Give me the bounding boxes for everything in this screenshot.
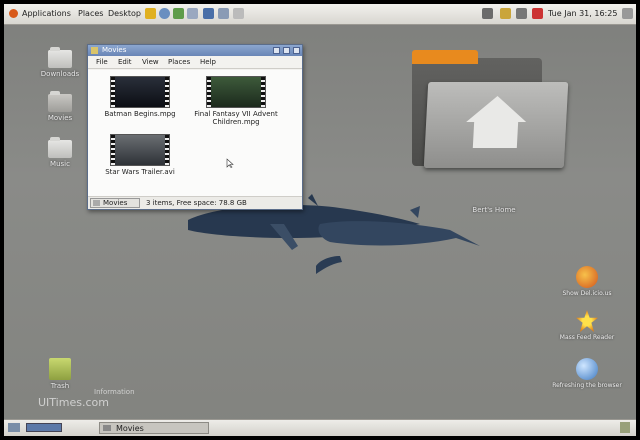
file-item[interactable]: Batman Begins.mpg <box>102 76 178 118</box>
video-thumbnail-icon <box>110 76 170 108</box>
desktop-icon-label: Refreshing the browser <box>552 382 622 389</box>
status-text: 3 items, Free space: 78.8 GB <box>146 199 247 207</box>
applications-menu[interactable]: Applications <box>22 9 71 18</box>
house-icon <box>466 96 527 148</box>
panel-clock[interactable]: Tue Jan 31, 16:25 <box>548 9 617 18</box>
battery-icon[interactable] <box>500 8 511 19</box>
launcher-icon[interactable] <box>145 8 156 19</box>
folder-icon <box>103 425 111 431</box>
mouse-pointer-icon <box>226 158 234 168</box>
ubuntu-logo-icon[interactable] <box>9 9 18 18</box>
folder-front <box>423 82 569 168</box>
file-item[interactable]: Star Wars Trailer.avi <box>98 134 182 176</box>
watermark-text: UITimes.com <box>38 396 109 409</box>
desktop-icon-label: Movies <box>47 114 73 122</box>
video-thumbnail-icon <box>110 134 170 166</box>
taskbar-button-movies[interactable]: Movies <box>99 422 209 434</box>
desktop-icon-label: Trash <box>50 382 70 390</box>
menu-edit[interactable]: Edit <box>118 56 132 68</box>
folder-icon <box>93 200 100 206</box>
file-manager-window[interactable]: Movies File Edit View Places Help Batman… <box>87 44 303 210</box>
close-button[interactable] <box>293 47 300 54</box>
places-menu[interactable]: Places <box>78 9 103 18</box>
help-icon[interactable] <box>187 8 198 19</box>
workspace-icon[interactable] <box>482 8 493 19</box>
desktop-icon-browser[interactable]: Refreshing the browser <box>552 358 622 389</box>
desktop-icon-feed-reader[interactable]: Mass Feed Reader <box>552 310 622 341</box>
desktop-icon-trash[interactable]: Trash <box>40 358 80 390</box>
watermark-sub: Information <box>94 388 135 396</box>
workspace-switcher[interactable] <box>26 423 62 432</box>
window-titlebar[interactable]: Movies <box>88 45 302 56</box>
mail-notify-icon[interactable] <box>532 8 543 19</box>
file-item[interactable]: Final Fantasy VII Advent Children.mpg <box>194 76 278 126</box>
file-view[interactable]: Batman Begins.mpg Final Fantasy VII Adve… <box>88 70 302 196</box>
desktop-icon-music[interactable]: Music <box>36 137 84 168</box>
desktop-icon-label: Mass Feed Reader <box>559 334 615 341</box>
file-name: Batman Begins.mpg <box>104 110 176 118</box>
show-desktop-icon[interactable] <box>8 423 20 432</box>
desktop-icon-label: Show Del.icio.us <box>562 290 612 297</box>
globe-icon <box>576 358 598 380</box>
trash-applet-icon[interactable] <box>620 422 630 433</box>
folder-icon <box>48 137 72 158</box>
taskbar-label: Movies <box>116 424 144 433</box>
menu-view[interactable]: View <box>142 56 159 68</box>
window-statusbar: Movies 3 items, Free space: 78.8 GB <box>88 196 302 209</box>
shutdown-icon[interactable] <box>622 8 633 19</box>
desktop-menu[interactable]: Desktop <box>108 9 141 18</box>
menu-file[interactable]: File <box>96 56 108 68</box>
volume-icon[interactable] <box>516 8 527 19</box>
top-panel: Applications Places Desktop Tue Jan 31, … <box>4 4 636 25</box>
desktop-icon-label: Downloads <box>40 70 80 78</box>
network-icon[interactable] <box>218 8 229 19</box>
location-label: Movies <box>103 199 128 207</box>
menu-help[interactable]: Help <box>200 56 216 68</box>
file-name: Final Fantasy VII Advent Children.mpg <box>194 110 278 126</box>
window-title: Movies <box>102 46 127 54</box>
desktop-icon-label: Music <box>50 160 70 168</box>
starburst-icon <box>576 310 598 332</box>
mail-icon[interactable] <box>173 8 184 19</box>
desktop-screen: Applications Places Desktop Tue Jan 31, … <box>4 4 636 436</box>
menu-places[interactable]: Places <box>168 56 190 68</box>
video-thumbnail-icon <box>206 76 266 108</box>
desktop-icon-downloads[interactable]: Downloads <box>36 47 84 78</box>
maximize-button[interactable] <box>283 47 290 54</box>
folder-icon <box>48 47 72 68</box>
file-name: Star Wars Trailer.avi <box>105 168 175 176</box>
settings-icon[interactable] <box>203 8 214 19</box>
trash-icon <box>49 358 71 380</box>
browser-icon[interactable] <box>159 8 170 19</box>
location-button[interactable]: Movies <box>90 198 140 208</box>
window-menubar: File Edit View Places Help <box>88 56 302 69</box>
home-folder-icon[interactable] <box>404 48 574 178</box>
folder-icon <box>48 91 72 112</box>
window-icon <box>91 47 98 54</box>
minimize-button[interactable] <box>273 47 280 54</box>
bottom-panel: Movies <box>4 419 636 436</box>
folder-tab <box>412 50 478 64</box>
desktop-icon-delicious[interactable]: Show Del.icio.us <box>552 266 622 297</box>
firefox-icon <box>576 266 598 288</box>
panel-applet-icon[interactable] <box>233 8 244 19</box>
desktop-icon-movies[interactable]: Movies <box>36 91 84 122</box>
